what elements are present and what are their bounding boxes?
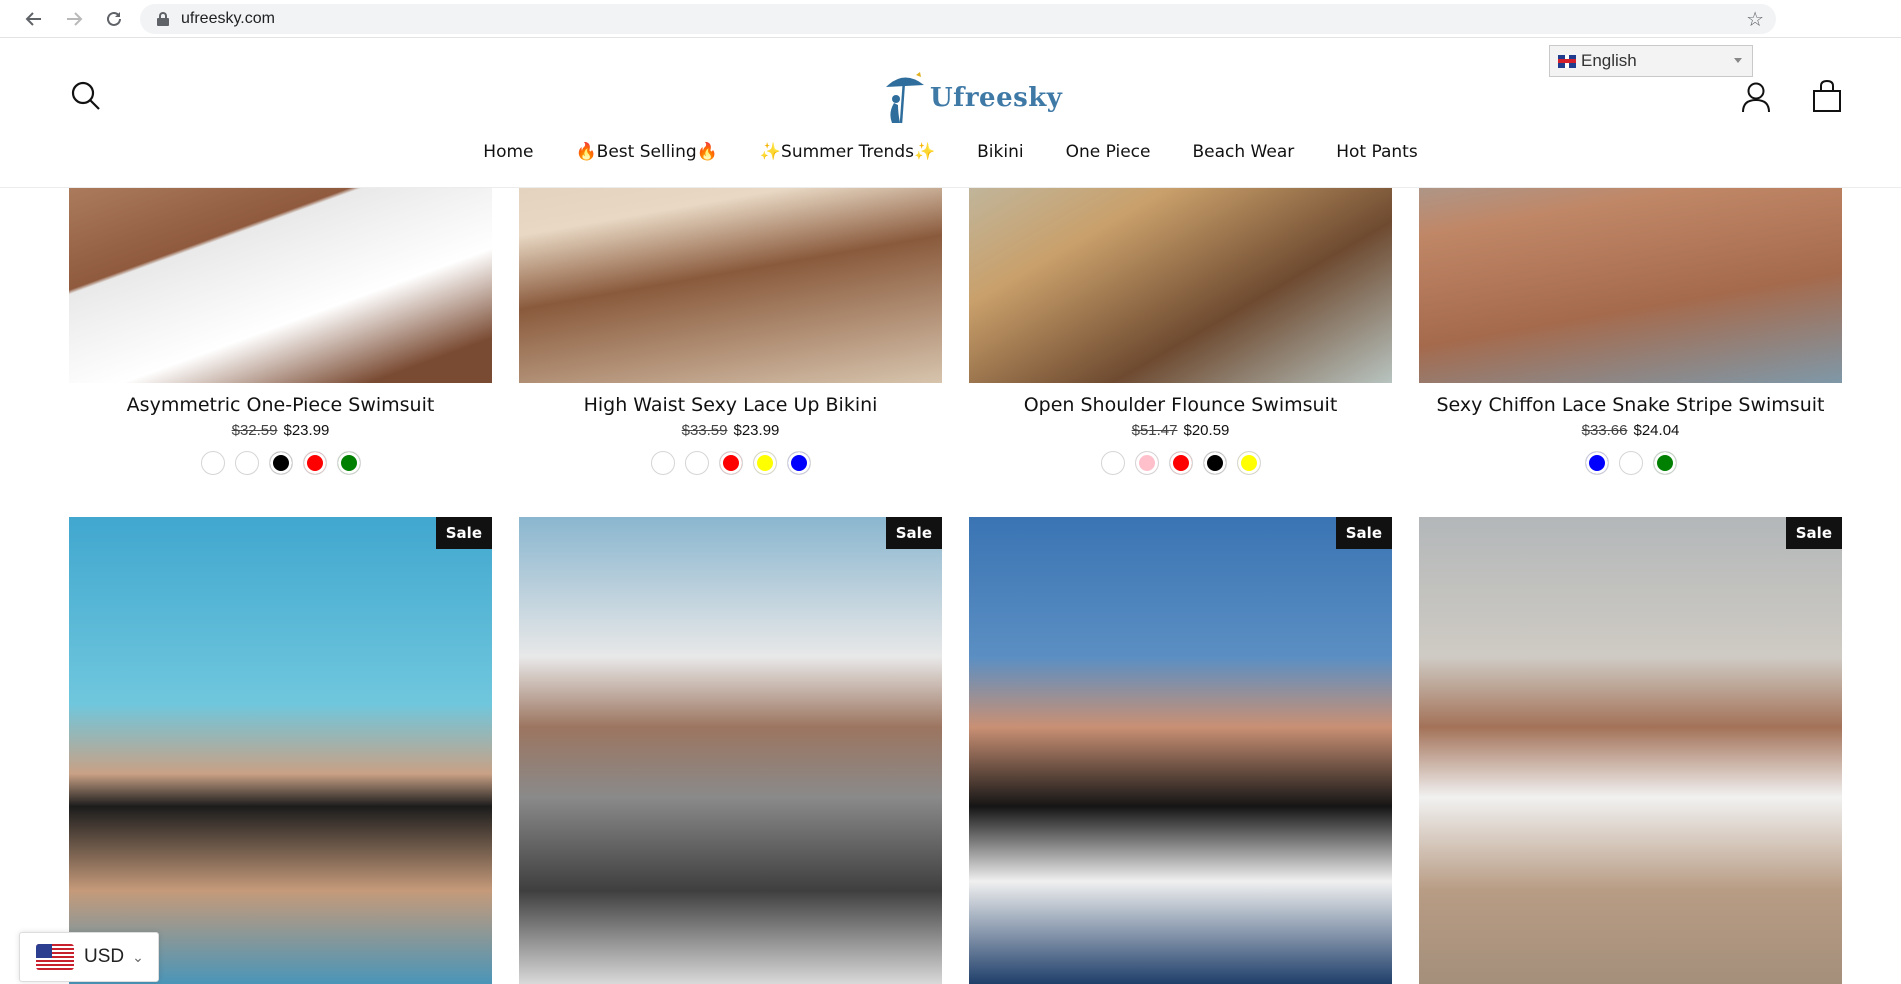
color-swatch[interactable]	[1236, 451, 1261, 475]
nav-bikini[interactable]: Bikini	[956, 142, 1044, 162]
color-swatch[interactable]	[1652, 451, 1677, 475]
color-swatch[interactable]	[684, 451, 709, 475]
product-image[interactable]: Sale	[69, 517, 492, 984]
compare-at-price: $33.66	[1581, 422, 1628, 439]
product-image[interactable]: Sale	[969, 517, 1392, 984]
back-arrow-icon[interactable]	[20, 5, 48, 33]
uk-flag-icon	[1558, 54, 1576, 68]
color-swatch[interactable]	[200, 451, 225, 475]
sale-price: $23.99	[733, 422, 780, 439]
sale-badge: Sale	[1335, 517, 1392, 549]
language-label: English	[1581, 51, 1637, 70]
logo-text: Ufreesky	[930, 83, 1063, 113]
color-swatch[interactable]	[1134, 451, 1159, 475]
color-swatch[interactable]	[650, 451, 675, 475]
compare-at-price: $32.59	[231, 422, 278, 439]
color-swatches	[1419, 451, 1842, 475]
product-image[interactable]: Sale	[519, 517, 942, 984]
color-swatch[interactable]	[752, 451, 777, 475]
color-swatch[interactable]	[336, 451, 361, 475]
account-icon[interactable]	[1741, 81, 1771, 113]
product-card[interactable]: Sale	[969, 517, 1392, 984]
nav-home[interactable]: Home	[462, 142, 554, 162]
bookmark-star-icon[interactable]: ☆	[1746, 7, 1764, 31]
language-select[interactable]: English	[1549, 45, 1753, 77]
color-swatch[interactable]	[1584, 451, 1609, 475]
color-swatch[interactable]	[786, 451, 811, 475]
color-swatches	[69, 451, 492, 475]
product-prices: $33.66 $24.04	[1419, 422, 1842, 439]
currency-selector[interactable]: USD ⌄	[19, 932, 159, 982]
sale-price: $20.59	[1183, 422, 1230, 439]
compare-at-price: $33.59	[681, 422, 728, 439]
color-swatches	[969, 451, 1392, 475]
beach-umbrella-logo-icon	[882, 71, 928, 125]
sale-price: $23.99	[283, 422, 330, 439]
product-title[interactable]: Asymmetric One-Piece Swimsuit	[69, 394, 492, 416]
sale-badge: Sale	[1785, 517, 1842, 549]
product-prices: $33.59 $23.99	[519, 422, 942, 439]
nav-beach-wear[interactable]: Beach Wear	[1171, 142, 1315, 162]
product-prices: $32.59 $23.99	[69, 422, 492, 439]
color-swatch[interactable]	[1202, 451, 1227, 475]
url-text: ufreesky.com	[181, 10, 275, 27]
browser-toolbar: ufreesky.com ☆	[0, 0, 1901, 38]
sale-badge: Sale	[435, 517, 492, 549]
currency-code: USD	[84, 946, 125, 967]
nav-summer-trends[interactable]: ✨Summer Trends✨	[739, 142, 956, 162]
sale-price: $24.04	[1633, 422, 1680, 439]
chevron-down-icon	[1734, 58, 1742, 63]
cart-icon[interactable]	[1812, 79, 1842, 113]
search-icon[interactable]	[71, 81, 101, 111]
product-title[interactable]: High Waist Sexy Lace Up Bikini	[519, 394, 942, 416]
nav-hot-pants[interactable]: Hot Pants	[1315, 142, 1438, 162]
color-swatch[interactable]	[302, 451, 327, 475]
compare-at-price: $51.47	[1131, 422, 1178, 439]
product-title[interactable]: Open Shoulder Flounce Swimsuit	[969, 394, 1392, 416]
lock-icon	[157, 12, 169, 26]
color-swatch[interactable]	[1168, 451, 1193, 475]
color-swatch[interactable]	[1618, 451, 1643, 475]
product-card[interactable]: Sale	[1419, 517, 1842, 984]
product-card[interactable]: Sale	[519, 517, 942, 984]
us-flag-icon	[36, 944, 74, 970]
address-bar[interactable]: ufreesky.com ☆	[140, 4, 1776, 34]
product-title[interactable]: Sexy Chiffon Lace Snake Stripe Swimsuit	[1419, 394, 1842, 416]
color-swatch[interactable]	[718, 451, 743, 475]
product-card[interactable]: Sale	[69, 517, 492, 984]
color-swatches	[519, 451, 942, 475]
nav-best-selling[interactable]: 🔥Best Selling🔥	[555, 142, 739, 162]
product-prices: $51.47 $20.59	[969, 422, 1392, 439]
color-swatch[interactable]	[268, 451, 293, 475]
sale-badge: Sale	[885, 517, 942, 549]
color-swatch[interactable]	[234, 451, 259, 475]
main-nav: Home 🔥Best Selling🔥 ✨Summer Trends✨ Biki…	[0, 142, 1901, 162]
product-image[interactable]: Sale	[1419, 517, 1842, 984]
reload-icon[interactable]	[100, 5, 128, 33]
forward-arrow-icon[interactable]	[60, 5, 88, 33]
site-header: Ufreesky English Home 🔥Best Selling🔥 ✨Su…	[0, 38, 1901, 188]
chevron-down-icon: ⌄	[132, 948, 144, 965]
nav-one-piece[interactable]: One Piece	[1045, 142, 1172, 162]
color-swatch[interactable]	[1100, 451, 1125, 475]
site-logo[interactable]: Ufreesky	[882, 68, 1062, 128]
